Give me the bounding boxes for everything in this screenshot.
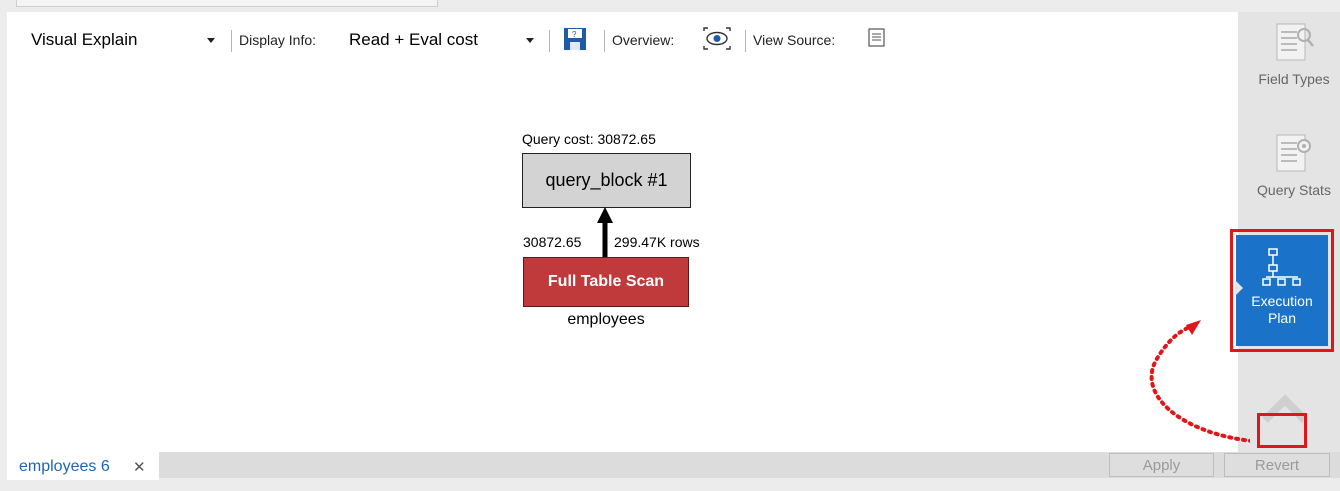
data-flow-arrow <box>597 207 613 257</box>
revert-button[interactable]: Revert <box>1224 453 1330 477</box>
view-mode-dropdown-icon[interactable] <box>204 29 218 49</box>
save-icon[interactable]: ? <box>562 26 588 55</box>
toolbar-separator <box>604 30 605 52</box>
apply-button-label: Apply <box>1142 456 1181 474</box>
edge-rows-label: 299.47K rows <box>614 234 700 250</box>
display-info-dropdown-icon[interactable] <box>523 29 537 49</box>
view-mode-select[interactable]: Visual Explain <box>31 30 137 50</box>
scroll-down-highlight[interactable] <box>1257 413 1307 448</box>
display-info-label: Display Info: <box>239 32 317 48</box>
view-source-icon[interactable] <box>866 26 888 53</box>
result-tab-label: employees 6 <box>19 458 110 475</box>
view-source-label: View Source: <box>753 32 836 48</box>
overview-eye-icon[interactable] <box>702 26 732 55</box>
editor-tab-edge <box>16 0 438 7</box>
toolbar-separator <box>745 30 746 52</box>
close-icon[interactable]: ✕ <box>133 458 146 476</box>
execution-plan-icon <box>1262 248 1301 286</box>
edge-cost-label: 30872.65 <box>523 234 582 250</box>
apply-button[interactable]: Apply <box>1109 453 1214 477</box>
dotted-pointer-arrow <box>1149 320 1250 443</box>
overview-label: Overview: <box>612 32 675 48</box>
explain-toolbar: Visual Explain Display Info: Read + Eval… <box>7 20 907 53</box>
query-cost-label: Query cost: 30872.65 <box>522 131 656 147</box>
field-types-icon <box>1276 23 1314 61</box>
toolbar-separator <box>549 30 550 52</box>
toolbar-separator <box>231 30 232 52</box>
result-tab[interactable]: employees 6 ✕ <box>7 452 159 480</box>
display-info-select[interactable]: Read + Eval cost <box>349 30 478 50</box>
execution-plan-label: Execution Plan <box>1251 293 1313 326</box>
revert-button-label: Revert <box>1254 456 1300 474</box>
query-block-label: query_block #1 <box>545 170 668 190</box>
field-types-label: Field Types <box>1258 71 1330 87</box>
top-strip <box>0 0 1340 12</box>
svg-text:?: ? <box>572 30 577 39</box>
query-block-node[interactable]: query_block #1 <box>522 153 691 208</box>
result-panel: Visual Explain Display Info: Read + Eval… <box>7 12 1238 452</box>
sidebar-item-field-types[interactable]: Field Types <box>1248 20 1340 87</box>
full-table-scan-node[interactable]: Full Table Scan <box>523 257 689 307</box>
full-table-scan-label: Full Table Scan <box>547 273 665 290</box>
sidebar-item-query-stats[interactable]: Query Stats <box>1248 131 1340 198</box>
bottom-tab-bar: employees 6 ✕ Apply Revert <box>0 452 1340 491</box>
query-stats-icon <box>1276 134 1311 172</box>
query-stats-label: Query Stats <box>1257 182 1331 198</box>
table-name-label: employees <box>567 311 645 328</box>
